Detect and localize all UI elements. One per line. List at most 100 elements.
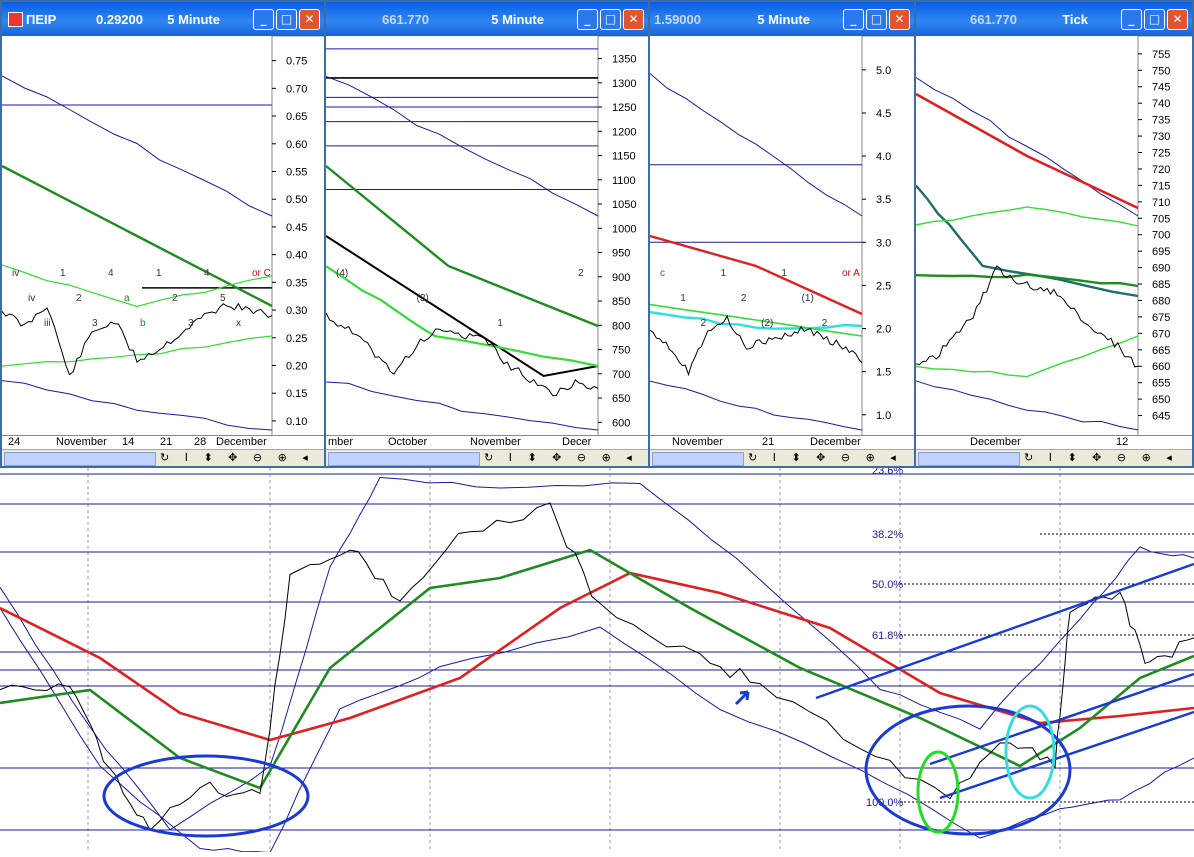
axis-tick-label: 1150 — [612, 151, 636, 163]
price-axis — [271, 36, 324, 440]
date-label: December — [810, 436, 861, 448]
axis-tick-label: 5.0 — [876, 65, 891, 77]
date-label: 12 — [1116, 436, 1129, 448]
wave-label: 2 — [172, 293, 178, 304]
scroll-track[interactable] — [652, 452, 744, 466]
envelope-lower-band — [650, 380, 863, 431]
maximize-icon[interactable]: □ — [1144, 9, 1165, 30]
scroll-track[interactable] — [328, 452, 480, 466]
chart-window-1[interactable]: ΠΕΙΡ 0.29200 5 Minute _ □ ✕ 0.75 0.70 0.65… — [0, 0, 326, 468]
window-titlebar[interactable]: 661.770 Tick _ □ ✕ — [916, 2, 1192, 36]
chart-window-4[interactable]: 661.770 Tick _ □ ✕ 755 750 745 740 735 730 725… — [914, 0, 1194, 468]
axis-tick-label: 0.70 — [286, 83, 307, 95]
axis-tick-label: 0.20 — [286, 360, 307, 372]
date-label: December — [970, 436, 1021, 448]
scroll-track[interactable] — [4, 452, 156, 466]
close-icon[interactable]: ✕ — [623, 9, 644, 30]
price-plot[interactable]: 1350 1300 1250 1200 1150 1100 1050 1000 950 900 85… — [326, 36, 648, 440]
axis-tick-label: 700 — [1152, 230, 1170, 242]
axis-tick-label: 695 — [1152, 246, 1170, 258]
envelope-upper-band — [916, 77, 1139, 217]
envelope-lower-band — [0, 607, 1194, 854]
price-chart: 755 750 745 740 735 730 725 720 715 710 705 700 695 6… — [916, 36, 1192, 440]
chart-toolbar[interactable]: ↻ I ⬍ ✥ ⊖ ⊕ ◂ ▸ ▤ — [1024, 451, 1192, 466]
axis-tick-label: 655 — [1152, 378, 1170, 390]
axis-tick-label: 0.55 — [286, 166, 307, 178]
axis-tick-label: 1250 — [612, 102, 636, 114]
bollinger-lower — [916, 335, 1139, 378]
maximize-icon[interactable]: □ — [276, 9, 297, 30]
close-icon[interactable]: ✕ — [889, 9, 910, 30]
close-icon[interactable]: ✕ — [299, 9, 320, 30]
axis-tick-label: 650 — [612, 393, 630, 405]
maximize-icon[interactable]: □ — [600, 9, 621, 30]
chart-toolbar[interactable]: ↻ I ⬍ ✥ ⊖ ⊕ ◂ ▸ ▤ — [160, 451, 324, 466]
axis-tick-label: 2.0 — [876, 324, 891, 336]
wave-label: b — [140, 318, 146, 329]
axis-tick-label: 1350 — [612, 54, 636, 66]
axis-tick-label: 705 — [1152, 213, 1170, 225]
scroll-track[interactable] — [918, 452, 1020, 466]
maximize-icon[interactable]: □ — [866, 9, 887, 30]
axis-tick-label: 715 — [1152, 180, 1170, 192]
axis-tick-label: 600 — [612, 417, 630, 429]
close-icon[interactable]: ✕ — [1167, 9, 1188, 30]
wave-label: iv — [12, 268, 19, 279]
axis-tick-label: 755 — [1152, 49, 1170, 61]
minimize-icon[interactable]: _ — [843, 9, 864, 30]
price-chart: 5.0 4.5 4.0 3.5 3.0 2.5 2.0 1.5 1.0 c 1 2 1 2 (2) 1 (1) 2… — [650, 36, 914, 440]
axis-tick-label: 4.0 — [876, 151, 891, 163]
envelope-lower-band — [2, 380, 273, 431]
chart-window-3[interactable]: 1.59000 5 Minute _ □ ✕ 5.0 4.5 4.0 3.5 3.0 2.… — [648, 0, 916, 468]
axis-tick-label: 3.5 — [876, 194, 891, 206]
window-titlebar[interactable]: 1.59000 5 Minute _ □ ✕ — [650, 2, 914, 36]
date-label: 14 — [122, 436, 135, 448]
wave-label: 4 — [108, 268, 114, 279]
axis-tick-label: 720 — [1152, 164, 1170, 176]
price-plot[interactable]: 5.0 4.5 4.0 3.5 3.0 2.5 2.0 1.5 1.0 c 1 2 1 2 (2) 1 (1) 2… — [650, 36, 914, 440]
price-chart: 1350 1300 1250 1200 1150 1100 1050 1000 950 900 85… — [326, 36, 648, 440]
axis-tick-label: 745 — [1152, 82, 1170, 94]
wave-label: 3 — [92, 318, 98, 329]
minimize-icon[interactable]: _ — [577, 9, 598, 30]
interval-label: 5 Minute — [757, 12, 810, 27]
date-label: November — [470, 436, 521, 448]
horizontal-scrollbar[interactable]: ↻ I ⬍ ✥ ⊖ ⊕ ◂ ▸ ▤ — [2, 449, 324, 466]
date-axis: mber October November Decer — [326, 435, 648, 450]
chart-toolbar[interactable]: ↻ I ⬍ ✥ ⊖ ⊕ ◂ ▸ ▤ — [484, 451, 648, 466]
chart-toolbar[interactable]: ↻ I ⬍ ✥ ⊖ ⊕ ◂ ▸ ▤ — [748, 451, 914, 466]
horizontal-scrollbar[interactable]: ↻ I ⬍ ✥ ⊖ ⊕ ◂ ▸ ▤ — [326, 449, 648, 466]
price-line — [2, 302, 273, 376]
trend-line — [326, 235, 599, 378]
date-label: November — [672, 436, 723, 448]
axis-tick-label: 735 — [1152, 115, 1170, 127]
minimize-icon[interactable]: _ — [253, 9, 274, 30]
wave-label: (2) — [761, 318, 773, 329]
wave-label: (4) — [336, 268, 348, 279]
envelope-lower-band — [916, 380, 1139, 431]
main-chart[interactable]: 23.6% 38.2% 50.0% 61.8% 100.0% — [0, 465, 1194, 854]
date-axis: December 12 — [916, 435, 1192, 450]
arrow-marker — [734, 690, 750, 706]
horizontal-scrollbar[interactable]: ↻ I ⬍ ✥ ⊖ ⊕ ◂ ▸ ▤ — [916, 449, 1192, 466]
axis-tick-label: 0.60 — [286, 139, 307, 151]
wave-label: or C — [252, 268, 271, 279]
wave-label: (3) — [417, 293, 429, 304]
price-line — [326, 312, 599, 397]
axis-tick-label: 685 — [1152, 279, 1170, 291]
price-plot[interactable]: 755 750 745 740 735 730 725 720 715 710 705 700 695 6… — [916, 36, 1192, 440]
axis-tick-label: 730 — [1152, 131, 1170, 143]
horizontal-scrollbar[interactable]: ↻ I ⬍ ✥ ⊖ ⊕ ◂ ▸ ▤ — [650, 449, 914, 466]
window-titlebar[interactable]: ΠΕΙΡ 0.29200 5 Minute _ □ ✕ — [2, 2, 324, 36]
axis-tick-label: 675 — [1152, 312, 1170, 324]
axis-tick-label: 700 — [612, 369, 630, 381]
minimize-icon[interactable]: _ — [1121, 9, 1142, 30]
date-label: 21 — [160, 436, 173, 448]
axis-tick-label: 1.0 — [876, 410, 891, 422]
window-titlebar[interactable]: 661.770 5 Minute _ □ ✕ — [326, 2, 648, 36]
chart-window-2[interactable]: 661.770 5 Minute _ □ ✕ 1350 1300 1250 1200 1… — [324, 0, 650, 468]
wave-label: 2 — [700, 318, 706, 329]
price-plot[interactable]: 0.75 0.70 0.65 0.60 0.55 0.50 0.45 0.40 0.35 0.30… — [2, 36, 324, 440]
price-value: 661.770 — [382, 12, 429, 27]
price-value: 0.29200 — [96, 12, 143, 27]
